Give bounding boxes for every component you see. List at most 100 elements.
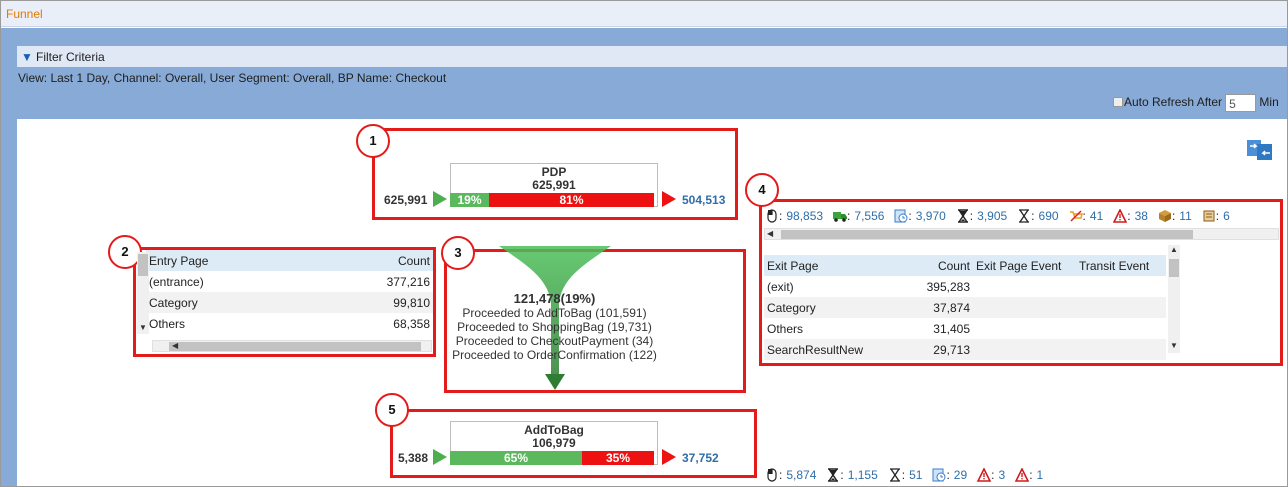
stage1-in-arrow-icon [433,191,447,207]
callout-1: 1 [356,124,390,158]
count-cell[interactable]: 31,405 [904,318,973,339]
warning-icon [977,468,992,482]
count-cell[interactable]: 37,874 [904,297,973,318]
count-cell[interactable]: 395,283 [904,276,973,297]
warning-icon [1113,209,1128,223]
transit-event-cell [1076,339,1166,360]
transit-event-cell [1076,297,1166,318]
exit-stats-row: :98,853 :7,556 :3,970 :3,905 :690 :41 :3… [765,209,1277,223]
exit-event-cell [973,276,1076,297]
entry-table-hscroll[interactable] [152,340,432,352]
mouse-icon [767,209,777,223]
table-row[interactable]: Category 37,874 [764,297,1166,318]
scroll-left-icon[interactable]: ◀ [767,229,773,238]
stat-item[interactable]: :690 [1017,209,1059,223]
stat-item[interactable]: :29 [932,468,967,482]
stage2-in-count: 5,388 [398,451,429,465]
exit-page-cell: Others [767,321,804,336]
auto-refresh-label: Auto Refresh After [1124,95,1223,110]
table-row[interactable]: Others 68,358 [146,313,433,334]
exit-table-vscroll[interactable] [1168,245,1180,353]
filter-criteria-toggle[interactable]: ▼ Filter Criteria [17,46,1287,67]
funnel-line[interactable]: Proceeded to OrderConfirmation (122) [447,348,662,362]
stat-item[interactable]: :11 [1158,209,1192,223]
exit-stats-hscroll[interactable] [764,228,1279,240]
truck-icon [833,212,848,222]
expand-triangle-icon: ▼ [21,50,33,64]
count-cell[interactable]: 29,713 [904,339,973,360]
scroll-icon [1203,210,1215,222]
drop-segment[interactable]: 35% [582,451,654,465]
callout-3: 3 [441,236,475,270]
stage-name: PDP [541,165,567,179]
stat-item[interactable]: :3,970 [894,209,946,223]
col-count[interactable]: Count [309,250,433,271]
auto-refresh-unit: Min [1259,95,1279,110]
drop-segment[interactable]: 81% [489,193,654,207]
page-clock-icon [932,468,946,482]
stat-item[interactable]: :51 [888,468,922,482]
title-bar: Funnel [1,1,1287,27]
stage-name: AddToBag [524,423,584,437]
col-count[interactable]: Count [904,255,973,276]
stat-item[interactable]: :7,556 [833,209,884,223]
exit-page-cell: (exit) [767,279,794,294]
table-row[interactable]: SearchResultNew 29,713 [764,339,1166,360]
exit-page-table: Exit Page Count Exit Page Event Transit … [764,255,1166,360]
auto-refresh-minutes-input[interactable]: 5 [1225,94,1257,112]
table-row[interactable]: Others 31,405 [764,318,1166,339]
entry-page-cell: Others [149,316,186,331]
callout-4: 4 [745,173,779,207]
entry-page-cell: (entrance) [149,274,204,289]
count-cell: 377,216 [386,274,430,289]
stage2-stats-row: :5,874 :1,155 :51 :29 :3 :1 [765,468,1053,482]
window-title: Funnel [6,7,43,21]
stat-item[interactable]: :3,905 [956,209,1007,223]
auto-refresh-control: Auto Refresh After 5 Min [1113,94,1279,112]
col-exit-page[interactable]: Exit Page [764,255,904,276]
stat-item[interactable]: :41 [1069,209,1103,223]
funnel-line[interactable]: Proceeded to AddToBag (101,591) [447,306,662,320]
stat-item[interactable]: :5,874 [765,468,816,482]
hourglass-outline-icon [1019,209,1030,223]
stage1-out-arrow-icon [662,191,676,207]
table-row[interactable]: Category 99,810 [146,292,433,313]
stat-item[interactable]: :3 [977,468,1005,482]
scroll-up-icon[interactable]: ▲ [1170,245,1178,254]
stat-item[interactable]: :1 [1015,468,1043,482]
stage1-out-count[interactable]: 504,513 [682,193,725,207]
funnel-line[interactable]: Proceeded to ShoppingBag (19,731) [447,320,662,334]
callout-5: 5 [375,393,409,427]
scroll-down-icon[interactable]: ▼ [139,323,147,332]
hourglass-outline-icon [889,468,900,482]
warning-icon [1015,468,1030,482]
table-row[interactable]: (exit) 395,283 [764,276,1166,297]
stat-item[interactable]: :6 [1202,209,1230,223]
funnel-line[interactable]: Proceeded to CheckoutPayment (34) [447,334,662,348]
stat-item[interactable]: :38 [1113,209,1148,223]
table-row[interactable]: (entrance) 377,216 [146,271,433,292]
stage-count: 625,991 [532,178,576,192]
col-entry-page[interactable]: Entry Page [146,250,310,271]
stage2-out-count[interactable]: 37,752 [682,451,719,465]
exit-event-cell [973,318,1076,339]
auto-refresh-checkbox[interactable] [1113,97,1123,108]
exit-event-cell [973,339,1076,360]
stat-item[interactable]: :1,155 [826,468,878,482]
stat-item[interactable]: :98,853 [765,209,823,223]
col-exit-page-event[interactable]: Exit Page Event [973,255,1076,276]
scroll-left-icon[interactable]: ◀ [172,341,178,350]
proceed-segment[interactable]: 19% [450,193,489,207]
funnel-total[interactable]: 121,478(19%) [447,291,662,306]
count-cell: 99,810 [309,292,433,313]
entry-table-vscroll[interactable] [137,252,149,334]
scroll-down-icon[interactable]: ▼ [1170,341,1178,350]
export-icon[interactable] [1246,139,1274,161]
stage2-out-arrow-icon [662,449,676,465]
broken-cart-icon [1069,210,1083,222]
box-icon [1158,210,1171,222]
col-transit-event[interactable]: Transit Event [1076,255,1166,276]
count-cell: 68,358 [393,316,430,331]
hourglass-icon [828,468,839,482]
proceed-segment[interactable]: 65% [450,451,582,465]
